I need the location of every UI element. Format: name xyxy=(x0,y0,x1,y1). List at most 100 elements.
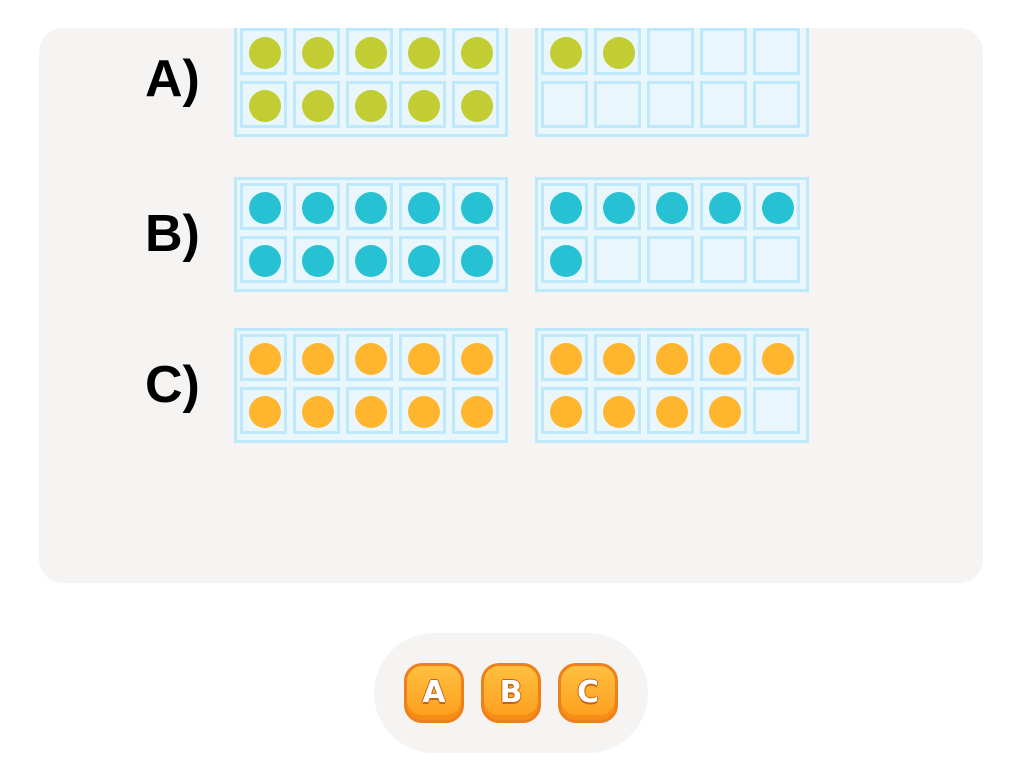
counter-dot xyxy=(550,37,582,69)
frame-cell xyxy=(541,28,588,75)
frame-cell xyxy=(541,236,588,283)
counter-dot xyxy=(302,343,334,375)
frame-cell xyxy=(647,236,694,283)
frame-cell xyxy=(240,81,287,128)
counter-dot xyxy=(656,192,688,224)
counter-dot xyxy=(355,37,387,69)
frame-cell xyxy=(399,334,446,381)
counter-dot xyxy=(550,192,582,224)
frame-cell xyxy=(647,28,694,75)
counter-dot xyxy=(249,343,281,375)
frame-cell xyxy=(594,334,641,381)
counter-dot xyxy=(355,245,387,277)
counter-dot xyxy=(302,396,334,428)
counter-dot xyxy=(461,396,493,428)
ten-frame-c-2 xyxy=(535,328,809,443)
counter-dot xyxy=(249,396,281,428)
frame-cell xyxy=(452,28,499,75)
frame-cell xyxy=(541,334,588,381)
counter-dot xyxy=(762,192,794,224)
frame-cell xyxy=(346,81,393,128)
frame-cell xyxy=(293,81,340,128)
frame-cell xyxy=(399,183,446,230)
option-label-b: B) xyxy=(145,205,200,263)
frame-cell xyxy=(293,334,340,381)
counter-dot xyxy=(408,192,440,224)
frame-cell xyxy=(240,236,287,283)
frame-cell xyxy=(700,334,747,381)
counter-dot xyxy=(709,343,741,375)
counter-dot xyxy=(461,245,493,277)
frame-cell xyxy=(700,236,747,283)
frame-cell xyxy=(293,236,340,283)
counter-dot xyxy=(249,90,281,122)
frame-cell xyxy=(700,81,747,128)
frame-cell xyxy=(293,28,340,75)
frame-cell xyxy=(753,81,800,128)
frame-cell xyxy=(452,334,499,381)
frame-cell xyxy=(753,28,800,75)
frame-cell xyxy=(240,334,287,381)
counter-dot xyxy=(408,37,440,69)
counter-dot xyxy=(603,192,635,224)
counter-dot xyxy=(656,396,688,428)
frame-cell xyxy=(452,183,499,230)
frame-cell xyxy=(541,387,588,434)
frame-cell xyxy=(452,387,499,434)
counter-dot xyxy=(355,90,387,122)
answer-button-b[interactable]: B xyxy=(481,663,541,723)
frame-cell xyxy=(452,236,499,283)
ten-frame-b-1 xyxy=(234,177,508,292)
frame-cell xyxy=(594,236,641,283)
frame-cell xyxy=(753,387,800,434)
counter-dot xyxy=(550,245,582,277)
counter-dot xyxy=(603,37,635,69)
counter-dot xyxy=(355,343,387,375)
frame-cell xyxy=(594,81,641,128)
frame-cell xyxy=(240,387,287,434)
frame-cell xyxy=(647,183,694,230)
answer-button-c[interactable]: C xyxy=(558,663,618,723)
counter-dot xyxy=(302,37,334,69)
counter-dot xyxy=(355,192,387,224)
option-row-b: B) xyxy=(39,177,983,292)
option-row-a: A) xyxy=(39,28,983,137)
frame-cell xyxy=(753,236,800,283)
option-label-a: A) xyxy=(145,50,200,108)
frame-cell xyxy=(399,387,446,434)
frame-cell xyxy=(399,236,446,283)
counter-dot xyxy=(709,192,741,224)
frame-cell xyxy=(346,236,393,283)
ten-frame-c-1 xyxy=(234,328,508,443)
frame-cell xyxy=(346,387,393,434)
counter-dot xyxy=(550,396,582,428)
frame-cell xyxy=(647,334,694,381)
frame-cell xyxy=(399,81,446,128)
frame-cell xyxy=(700,183,747,230)
counter-dot xyxy=(461,37,493,69)
frame-cell xyxy=(452,81,499,128)
answer-tray: A B C xyxy=(374,633,648,753)
counter-dot xyxy=(461,343,493,375)
counter-dot xyxy=(249,37,281,69)
ten-frame-b-2 xyxy=(535,177,809,292)
frame-cell xyxy=(293,387,340,434)
frame-cell xyxy=(594,28,641,75)
frame-cell xyxy=(346,183,393,230)
frame-cell xyxy=(541,81,588,128)
counter-dot xyxy=(656,343,688,375)
counter-dot xyxy=(408,90,440,122)
counter-dot xyxy=(461,192,493,224)
counter-dot xyxy=(302,90,334,122)
counter-dot xyxy=(408,343,440,375)
frame-cell xyxy=(594,387,641,434)
frame-cell xyxy=(293,183,340,230)
option-label-c: C) xyxy=(145,356,200,414)
frame-cell xyxy=(399,28,446,75)
counter-dot xyxy=(249,245,281,277)
counter-dot xyxy=(302,245,334,277)
answer-button-a[interactable]: A xyxy=(404,663,464,723)
counter-dot xyxy=(355,396,387,428)
frame-cell xyxy=(240,183,287,230)
ten-frame-a-2 xyxy=(535,28,809,137)
